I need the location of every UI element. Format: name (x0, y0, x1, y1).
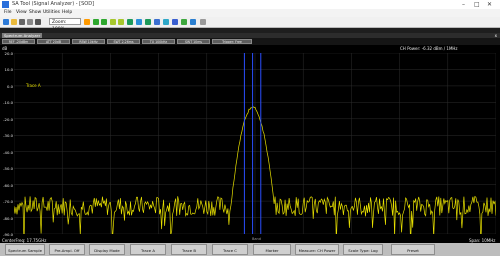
sweep-time-key[interactable]: SWT 2.26ms (107, 39, 140, 44)
menu-help[interactable]: Help (62, 9, 72, 17)
tx-bandwidth-key[interactable]: TX 100kHz (142, 39, 175, 44)
arrow-right-icon[interactable] (101, 19, 107, 25)
settings-softkeys: REF -20dBm ATT 20dB RBW 10kHz SWT 2.26ms… (0, 38, 500, 45)
marker-key[interactable]: Marker (253, 244, 291, 255)
trace-icon[interactable] (136, 19, 142, 25)
attenuation-key[interactable]: ATT 20dB (37, 39, 70, 44)
trace-b-key[interactable]: Trace B (171, 244, 207, 255)
band-marker-label: Band (252, 237, 261, 241)
y-tick-label: -20.0 (3, 116, 13, 122)
save-icon[interactable] (19, 19, 25, 25)
settings-icon[interactable] (35, 19, 41, 25)
y-tick-label: -10.0 (3, 100, 13, 106)
y-tick-label: -50.0 (3, 166, 13, 172)
open-folder-icon[interactable] (11, 19, 17, 25)
y-tick-label: -90.0 (3, 232, 13, 237)
menu-bar: File View Show Utilities Help (0, 9, 500, 17)
menu-show[interactable]: Show (29, 9, 41, 17)
bandwidth-icon[interactable] (163, 19, 169, 25)
trace-a-key[interactable]: Trace A (130, 244, 166, 255)
scale-type-key[interactable]: Scale Type: Log (343, 244, 383, 255)
app-icon (2, 1, 9, 8)
arrow-down-icon[interactable] (118, 19, 124, 25)
ref-level-key[interactable]: REF -20dBm (2, 39, 35, 44)
arrow-up-icon[interactable] (110, 19, 116, 25)
info-icon[interactable] (200, 19, 206, 25)
measure-icon[interactable] (145, 19, 151, 25)
maximize-button[interactable]: □ (474, 0, 480, 9)
sweep-key[interactable]: SWT 10ms (177, 39, 210, 44)
menu-view[interactable]: View (16, 9, 27, 17)
close-button[interactable]: ✕ (487, 0, 492, 9)
zoom-in-icon[interactable] (84, 19, 90, 25)
measure-ch-power-key[interactable]: Measure: CH Power (295, 244, 339, 255)
rbw-key[interactable]: RBW 10kHz (72, 39, 105, 44)
window-title: SA Tool (Signal Analyzer) - [SOD] (12, 1, 95, 7)
spectrum-plot (14, 53, 496, 234)
menu-utilities[interactable]: Utilities (43, 9, 60, 17)
spectrum-sample-key[interactable]: Spectrum Sample (5, 244, 45, 255)
print-icon[interactable] (27, 19, 33, 25)
trigger-key[interactable]: Trigger: Free (212, 39, 252, 44)
new-icon[interactable] (3, 19, 9, 25)
trace-label: Trace A (26, 83, 41, 88)
y-tick-label: 20.0 (4, 51, 13, 56)
display-icon[interactable] (154, 19, 160, 25)
toolbar: Zoom: 100% (0, 17, 500, 32)
analyzer-screen: dB CH Power: -6.32 dBm / 1MHz 20.0 10.0 0.… (0, 45, 500, 243)
arrow-left-icon[interactable] (93, 19, 99, 25)
amplitude-icon[interactable] (181, 19, 187, 25)
marker-icon[interactable] (127, 19, 133, 25)
trace-c-key[interactable]: Trace C (212, 244, 248, 255)
minimize-button[interactable]: – (462, 0, 465, 9)
function-keys: Spectrum Sample Pre-Ampl. Off Display Mo… (0, 243, 500, 256)
y-tick-label: -70.0 (3, 199, 13, 205)
y-tick-label: -80.0 (3, 215, 13, 221)
sweep-icon[interactable] (190, 19, 196, 25)
display-mode-key[interactable]: Display Mode (89, 244, 125, 255)
frequency-icon[interactable] (172, 19, 178, 25)
zoom-select[interactable]: Zoom: 100% (49, 18, 81, 32)
y-tick-label: 0.0 (6, 83, 13, 89)
y-tick-label: -60.0 (3, 182, 13, 188)
y-tick-label: 10.0 (4, 67, 13, 73)
y-tick-label: -30.0 (3, 133, 13, 139)
preamp-key[interactable]: Pre-Ampl. Off (49, 244, 85, 255)
menu-file[interactable]: File (4, 9, 12, 17)
y-tick-label: -40.0 (3, 149, 13, 155)
preset-key[interactable]: Preset (391, 244, 435, 255)
channel-power-readout: CH Power: -6.32 dBm / 1MHz (400, 46, 458, 51)
